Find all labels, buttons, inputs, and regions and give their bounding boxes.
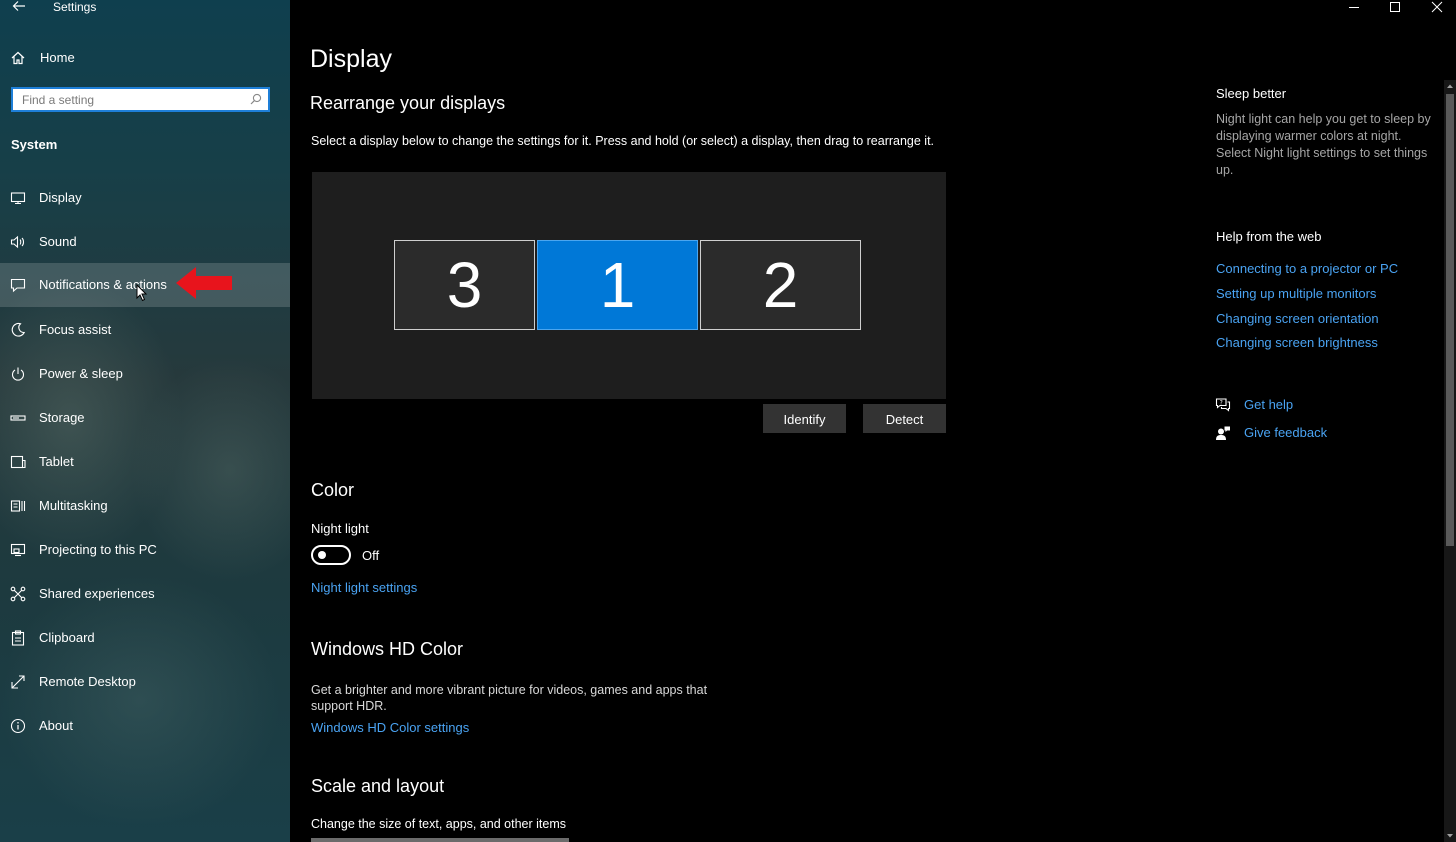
chat-help-icon: ? <box>1215 398 1231 412</box>
sidebar-item-label: Display <box>39 190 82 205</box>
toggle-knob <box>318 551 326 559</box>
speaker-icon <box>10 235 25 249</box>
remote-desktop-icon <box>11 675 25 689</box>
monitor-3[interactable]: 3 <box>394 240 535 330</box>
sidebar-item-home[interactable]: Home <box>0 36 290 80</box>
shared-icon <box>10 586 26 602</box>
sidebar-item-power-sleep[interactable]: Power & sleep <box>0 352 290 396</box>
identify-button[interactable]: Identify <box>763 404 846 433</box>
sidebar-item-label: Clipboard <box>39 630 95 645</box>
night-light-settings-link[interactable]: Night light settings <box>311 580 417 596</box>
monitor-2[interactable]: 2 <box>700 240 861 330</box>
page-title: Display <box>310 45 392 73</box>
close-icon <box>1431 1 1443 13</box>
back-arrow-icon <box>12 1 25 11</box>
hd-color-heading: Windows HD Color <box>311 639 464 659</box>
sidebar-item-label: Multitasking <box>39 498 108 513</box>
tablet-icon <box>10 455 26 469</box>
scale-dropdown[interactable] <box>311 838 569 842</box>
help-link-multiple-monitors[interactable]: Setting up multiple monitors <box>1216 286 1376 302</box>
search-icon[interactable] <box>250 93 262 105</box>
maximize-button[interactable] <box>1375 0 1415 16</box>
storage-icon <box>10 415 26 421</box>
title-bar: Settings <box>0 0 290 20</box>
get-help-row[interactable]: ? Get help <box>1215 395 1415 415</box>
night-light-state: Off <box>362 548 380 563</box>
projecting-icon <box>10 543 26 557</box>
sidebar-item-label: About <box>39 718 73 733</box>
sidebar-item-shared-experiences[interactable]: Shared experiences <box>0 572 290 616</box>
sidebar-item-label: Sound <box>39 234 77 249</box>
help-link-brightness[interactable]: Changing screen brightness <box>1216 335 1378 351</box>
rearrange-description: Select a display below to change the set… <box>311 134 935 148</box>
help-heading: Help from the web <box>1216 229 1322 244</box>
section-heading: System <box>11 137 58 152</box>
sidebar-item-label: Power & sleep <box>39 366 123 381</box>
scroll-up-icon[interactable] <box>1446 82 1454 90</box>
hd-color-settings-link[interactable]: Windows HD Color settings <box>311 720 469 736</box>
sidebar-item-remote-desktop[interactable]: Remote Desktop <box>0 660 290 704</box>
main-content: Display Rearrange your displays Select a… <box>290 0 1456 842</box>
sidebar: Settings Home System Display Sound <box>0 0 290 842</box>
svg-text:?: ? <box>1220 399 1223 406</box>
feedback-icon <box>1216 426 1230 440</box>
sidebar-item-label: Home <box>40 50 75 65</box>
sidebar-item-display[interactable]: Display <box>0 176 290 220</box>
help-link-orientation[interactable]: Changing screen orientation <box>1216 311 1379 327</box>
minimize-icon <box>1349 7 1359 8</box>
scroll-down-icon[interactable] <box>1446 832 1454 840</box>
night-light-label: Night light <box>311 521 369 536</box>
sidebar-item-multitasking[interactable]: Multitasking <box>0 484 290 528</box>
home-icon <box>11 51 25 65</box>
rearrange-heading: Rearrange your displays <box>310 93 506 113</box>
sidebar-item-storage[interactable]: Storage <box>0 396 290 440</box>
hd-color-description: Get a brighter and more vibrant picture … <box>311 683 708 713</box>
sidebar-item-label: Shared experiences <box>39 586 155 601</box>
scale-description: Change the size of text, apps, and other… <box>311 817 567 831</box>
get-help-link[interactable]: Get help <box>1244 397 1293 413</box>
sidebar-item-label: Projecting to this PC <box>39 542 157 557</box>
vertical-scrollbar[interactable] <box>1444 80 1456 842</box>
sidebar-item-focus-assist[interactable]: Focus assist <box>0 308 290 352</box>
give-feedback-row[interactable]: Give feedback <box>1215 423 1415 443</box>
mouse-cursor-icon <box>136 284 148 302</box>
help-link-projector[interactable]: Connecting to a projector or PC <box>1216 261 1398 277</box>
multitasking-icon <box>10 500 26 512</box>
info-icon <box>10 718 26 734</box>
night-light-toggle[interactable] <box>311 545 351 565</box>
back-button[interactable] <box>10 0 28 16</box>
search-input[interactable] <box>13 89 250 110</box>
clipboard-icon <box>11 630 25 646</box>
sidebar-item-about[interactable]: About <box>0 704 290 748</box>
sidebar-item-tablet[interactable]: Tablet <box>0 440 290 484</box>
sleep-better-heading: Sleep better <box>1216 86 1287 101</box>
sidebar-item-clipboard[interactable]: Clipboard <box>0 616 290 660</box>
monitor-1-selected[interactable]: 1 <box>537 240 698 330</box>
sidebar-item-label: Tablet <box>39 454 74 469</box>
monitor-icon <box>10 192 26 205</box>
minimize-button[interactable] <box>1334 0 1374 16</box>
related-panel: Sleep better Night light can help you ge… <box>1215 0 1440 842</box>
maximize-icon <box>1390 2 1400 12</box>
app-title: Settings <box>53 0 97 14</box>
sleep-better-description: Night light can help you get to sleep by… <box>1216 112 1431 177</box>
color-heading: Color <box>311 480 355 500</box>
power-icon <box>11 367 25 381</box>
give-feedback-link[interactable]: Give feedback <box>1244 425 1327 441</box>
notification-icon <box>10 278 26 293</box>
sidebar-item-label: Remote Desktop <box>39 674 136 689</box>
scroll-thumb[interactable] <box>1446 94 1454 546</box>
search-box[interactable] <box>11 87 270 112</box>
moon-icon <box>11 322 26 337</box>
scale-layout-heading: Scale and layout <box>311 776 445 796</box>
red-arrow-annotation <box>176 267 232 299</box>
sidebar-item-projecting[interactable]: Projecting to this PC <box>0 528 290 572</box>
sidebar-item-label: Focus assist <box>39 322 112 337</box>
display-arrangement-area[interactable]: 3 1 2 <box>312 172 946 399</box>
detect-button[interactable]: Detect <box>863 404 946 433</box>
close-button[interactable] <box>1418 0 1456 16</box>
sidebar-item-label: Storage <box>39 410 85 425</box>
sidebar-item-sound[interactable]: Sound <box>0 220 290 264</box>
